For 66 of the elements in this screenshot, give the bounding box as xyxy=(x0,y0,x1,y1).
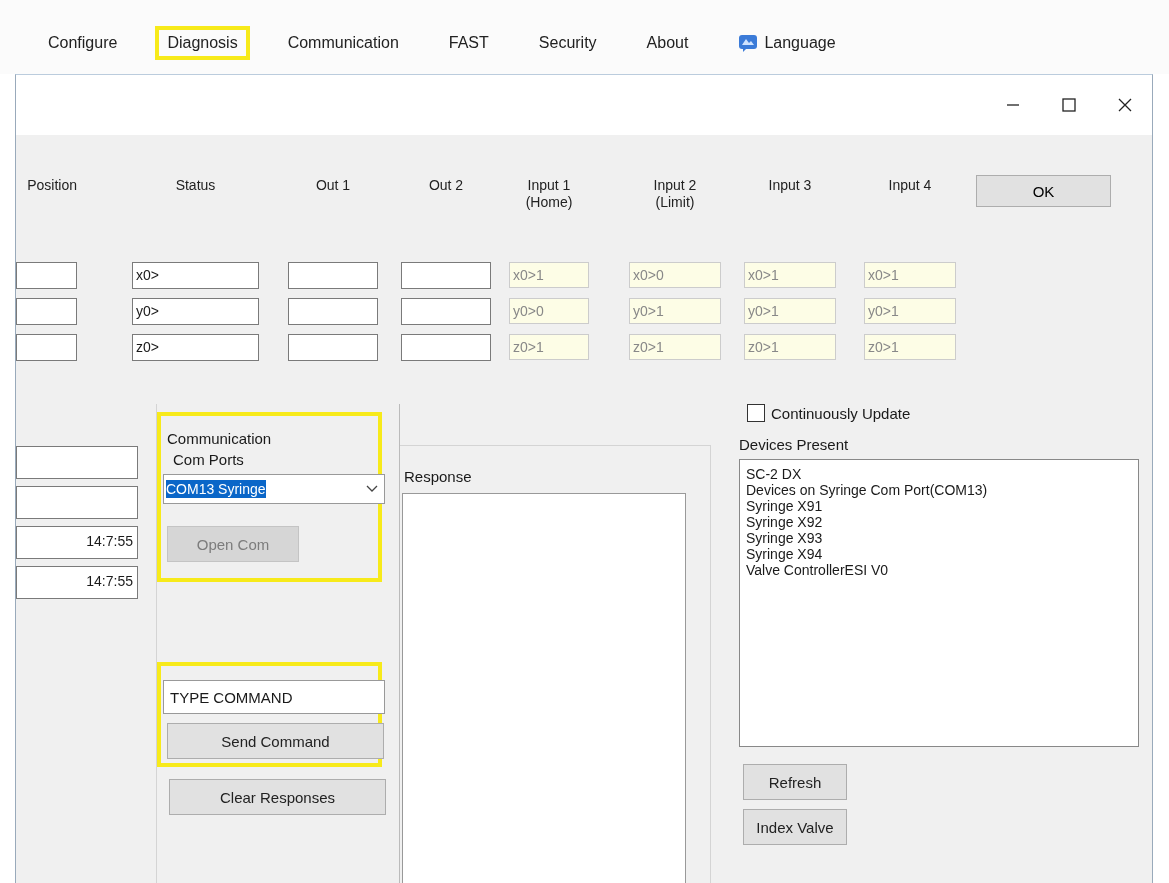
ok-button[interactable]: OK xyxy=(976,175,1111,207)
status-field[interactable]: z0> xyxy=(132,333,259,361)
input-field: x0>0 xyxy=(629,262,721,288)
checkbox[interactable] xyxy=(747,404,765,422)
group-title: Communication xyxy=(167,430,273,447)
position-field[interactable] xyxy=(16,333,77,361)
chevron-down-icon xyxy=(366,485,378,493)
com-port-dropdown[interactable]: COM13 Syringe xyxy=(163,474,385,504)
input-field: y0>1 xyxy=(864,298,956,324)
text-field[interactable] xyxy=(16,486,138,519)
response-label: Response xyxy=(404,468,473,485)
list-item[interactable]: Syringe X92 xyxy=(746,514,1132,530)
input-field: z0>1 xyxy=(509,334,589,360)
com-ports-label: Com Ports xyxy=(173,451,245,468)
send-command-button[interactable]: Send Command xyxy=(167,723,384,759)
menu-item[interactable]: Configure xyxy=(36,26,130,60)
clear-responses-button[interactable]: Clear Responses xyxy=(169,779,386,815)
menu-item[interactable]: About xyxy=(634,26,701,60)
input-field: y0>1 xyxy=(744,298,836,324)
input-field: z0>1 xyxy=(629,334,721,360)
devices-label: Devices Present xyxy=(739,436,849,453)
input-field: z0>1 xyxy=(744,334,836,360)
position-field[interactable] xyxy=(16,261,77,289)
checkbox-label: Continuously Update xyxy=(771,404,911,422)
menu-item[interactable]: Communication xyxy=(275,26,411,60)
refresh-button[interactable]: Refresh xyxy=(743,764,847,800)
list-item[interactable]: Syringe X91 xyxy=(746,498,1132,514)
input-field: x0>1 xyxy=(864,262,956,288)
status-field[interactable]: x0> xyxy=(132,261,259,289)
input-field: x0>1 xyxy=(509,262,589,288)
menu-item[interactable]: Language xyxy=(726,26,848,60)
input-field: x0>1 xyxy=(744,262,836,288)
column-header: Input 3 xyxy=(767,177,813,194)
input-field: y0>0 xyxy=(509,298,589,324)
out-field[interactable] xyxy=(401,333,491,361)
column-header: Status xyxy=(174,177,217,194)
column-header: Input 1 (Home) xyxy=(524,177,574,211)
list-item[interactable]: Valve ControllerESI V0 xyxy=(746,562,1132,578)
input-field: z0>1 xyxy=(864,334,956,360)
list-item[interactable]: Syringe X93 xyxy=(746,530,1132,546)
index-valve-button[interactable]: Index Valve xyxy=(743,809,847,845)
out-field[interactable] xyxy=(401,261,491,289)
input-field: y0>1 xyxy=(629,298,721,324)
menu-item[interactable]: Diagnosis xyxy=(155,26,250,60)
column-header: Input 4 xyxy=(887,177,933,194)
out-field[interactable] xyxy=(401,297,491,325)
out-field[interactable] xyxy=(288,261,378,289)
text-field[interactable] xyxy=(16,446,138,479)
menu-item[interactable]: FAST xyxy=(436,26,501,60)
menu-item[interactable]: Security xyxy=(526,26,609,60)
column-header: Out 2 xyxy=(427,177,465,194)
position-field[interactable] xyxy=(16,297,77,325)
list-item[interactable]: Syringe X94 xyxy=(746,546,1132,562)
maximize-icon[interactable] xyxy=(1061,97,1077,113)
list-item[interactable]: SC-2 DX xyxy=(746,466,1132,482)
time-field[interactable]: 14:7:55 xyxy=(16,566,138,599)
list-item[interactable]: Devices on Syringe Com Port(COM13) xyxy=(746,482,1132,498)
status-field[interactable]: y0> xyxy=(132,297,259,325)
out-field[interactable] xyxy=(288,333,378,361)
column-header: Input 2 (Limit) xyxy=(652,177,698,211)
column-header: Position xyxy=(26,177,77,194)
column-header: Out 1 xyxy=(314,177,352,194)
close-icon[interactable] xyxy=(1117,97,1133,113)
time-field[interactable]: 14:7:55 xyxy=(16,526,138,559)
command-field[interactable]: TYPE COMMAND xyxy=(163,680,385,714)
out-field[interactable] xyxy=(288,297,378,325)
